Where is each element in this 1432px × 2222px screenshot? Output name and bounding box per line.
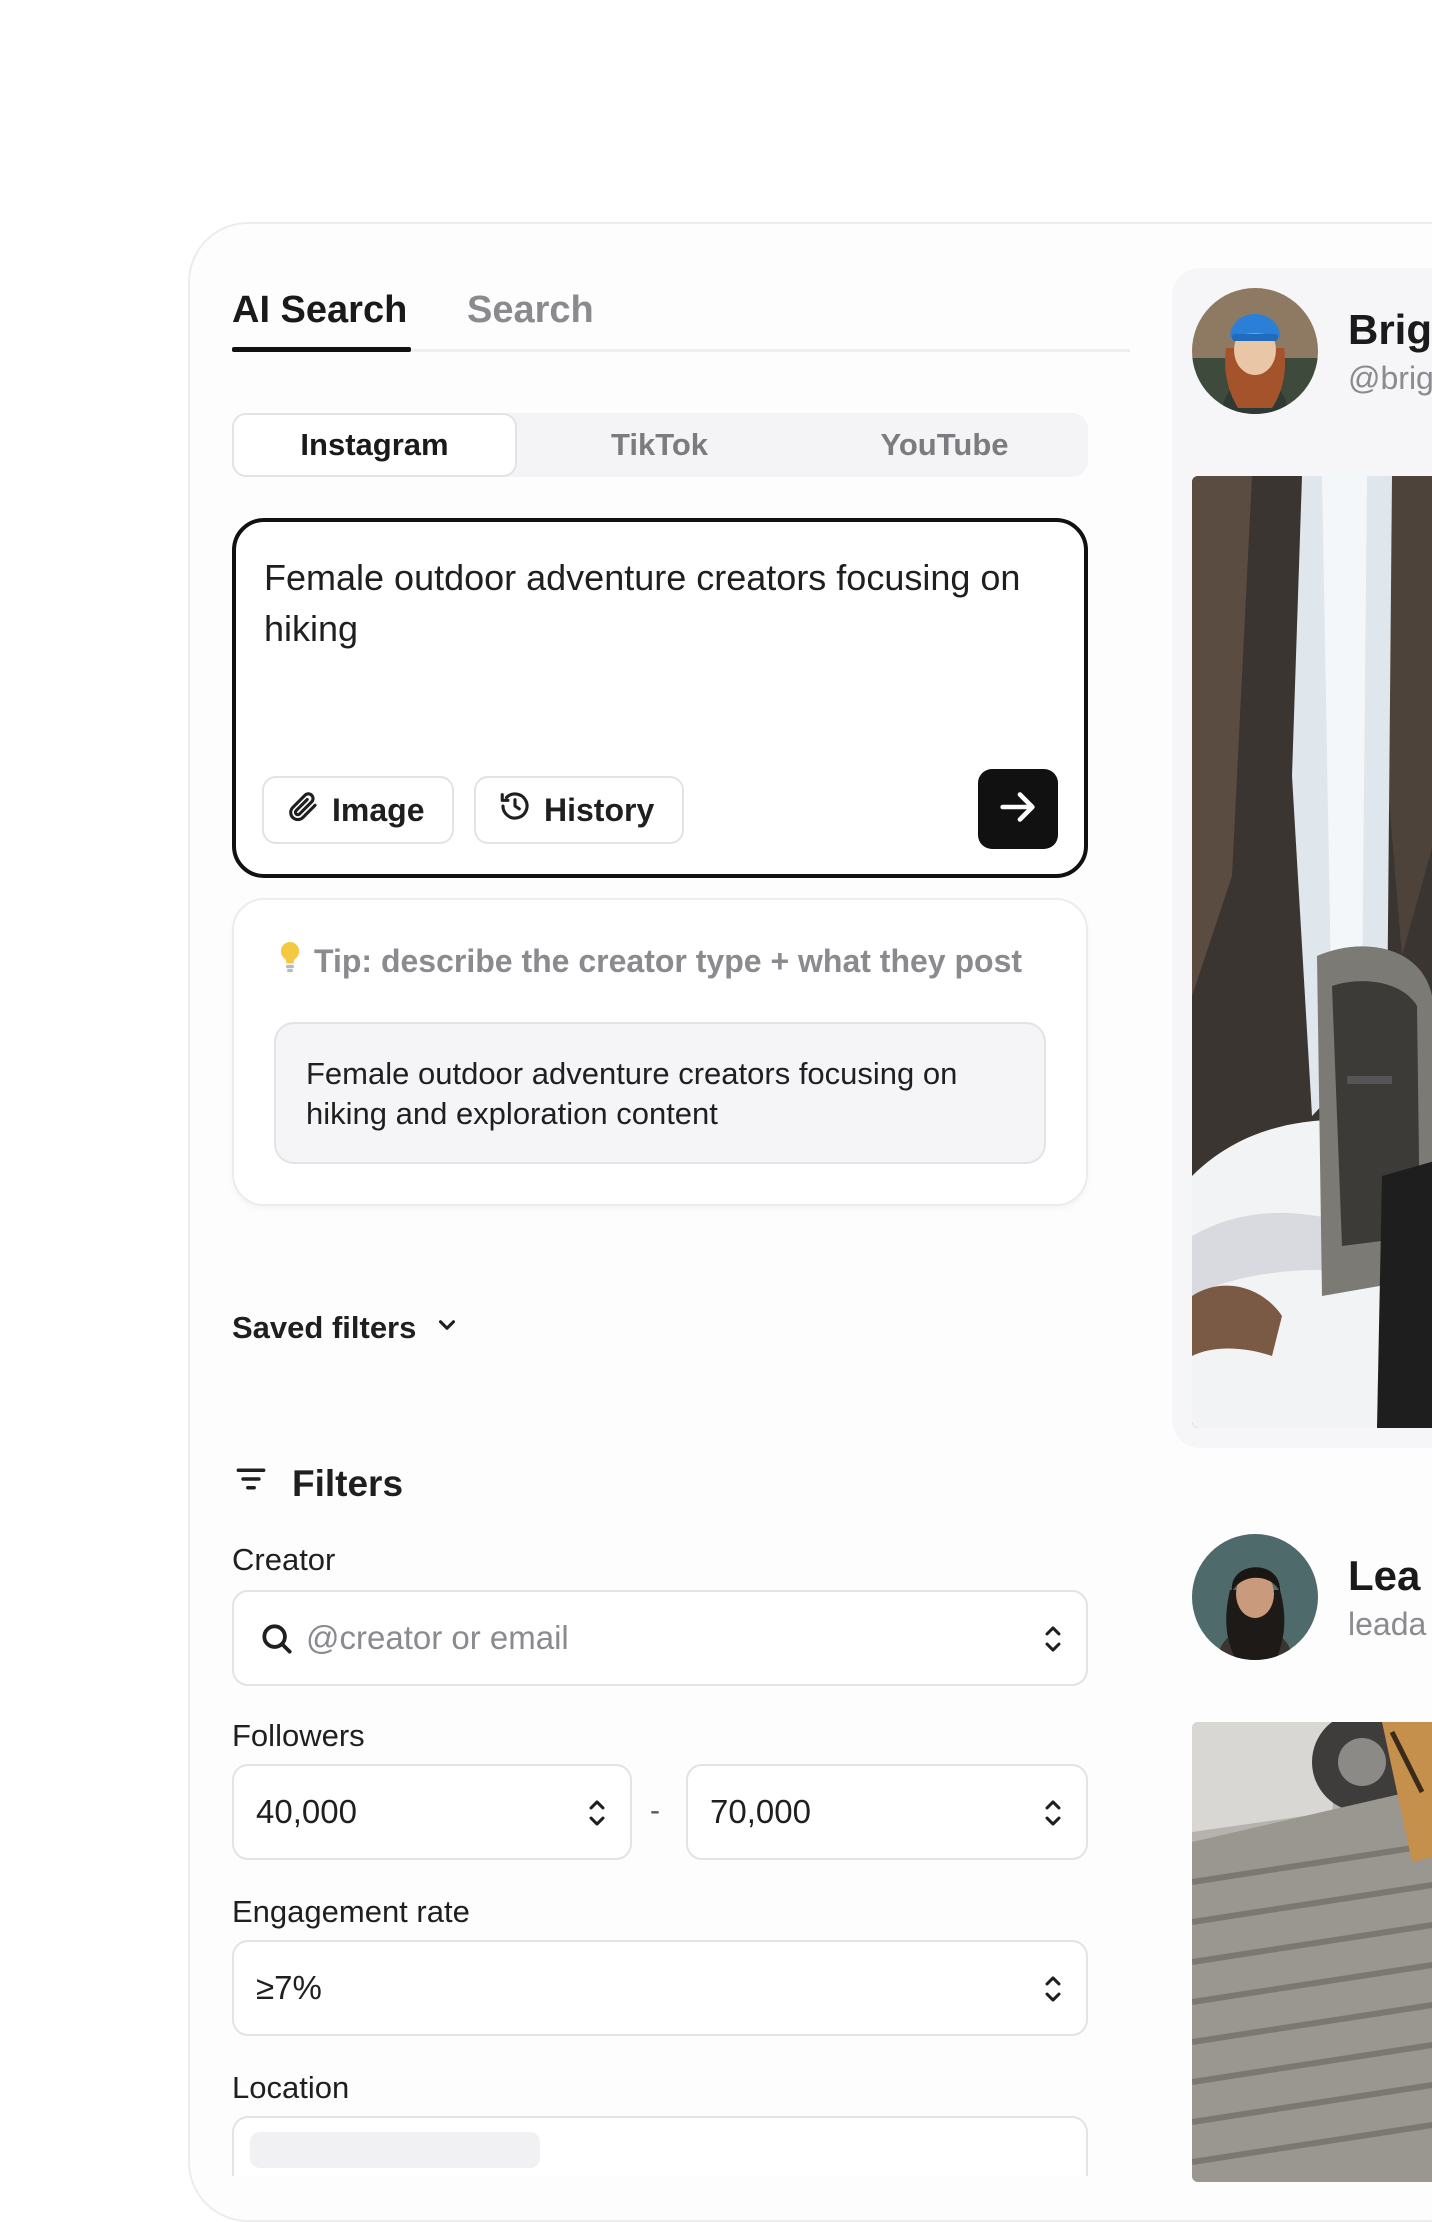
location-chip[interactable] [250,2132,540,2168]
location-label: Location [232,2070,350,2105]
chevron-up-down-icon [1042,1796,1064,1838]
ai-query-input[interactable]: Female outdoor adventure creators focusi… [232,518,1088,878]
followers-min-value: 40,000 [256,1793,357,1830]
saved-filters-dropdown[interactable]: Saved filters [232,1310,460,1346]
followers-max-value: 70,000 [710,1793,811,1830]
history-label: History [544,791,655,828]
engagement-rate-select[interactable]: ≥7% [232,1940,1088,2036]
creator-placeholder: @creator or email [306,1619,569,1656]
submit-button[interactable] [978,769,1058,849]
filter-icon [232,1460,270,1507]
query-text[interactable]: Female outdoor adventure creators focusi… [264,552,1064,654]
filters-title: Filters [292,1462,404,1504]
example-query[interactable]: Female outdoor adventure creators focusi… [274,1022,1046,1164]
location-select[interactable] [232,2116,1088,2176]
platform-instagram[interactable]: Instagram [232,413,517,477]
history-icon [498,789,532,831]
tip-card: Tip: describe the creator type + what th… [232,898,1088,1206]
creator-post-image[interactable] [1192,476,1432,1428]
lightbulb-icon [276,940,304,982]
chevron-up-down-icon [586,1796,608,1838]
tip-line: Tip: describe the creator type + what th… [276,940,1022,982]
platform-tiktok[interactable]: TikTok [517,413,802,477]
followers-max-field[interactable]: 70,000 [686,1764,1088,1860]
search-icon [258,1620,296,1666]
paperclip-icon [286,789,320,831]
saved-filters-label: Saved filters [232,1310,417,1345]
tab-search[interactable]: Search [467,288,594,332]
platform-youtube[interactable]: YouTube [802,413,1087,477]
chevron-up-down-icon [1042,1972,1064,2014]
avatar [1192,1534,1318,1660]
chevron-up-down-icon [1042,1622,1064,1664]
creator-name[interactable]: Lea [1348,1552,1420,1600]
creator-handle: @brig [1348,360,1432,396]
creator-post-image[interactable] [1192,1722,1432,2182]
followers-label: Followers [232,1718,365,1753]
attach-image-label: Image [332,791,425,828]
creator-handle: leada [1348,1606,1427,1642]
attach-image-button[interactable]: Image [262,776,454,844]
creator-name[interactable]: Brig [1348,306,1432,354]
engagement-label: Engagement rate [232,1894,470,1929]
tip-text: Tip: describe the creator type + what th… [314,942,1023,979]
engagement-value: ≥7% [256,1969,322,2006]
creator-search-field[interactable]: @creator or email [232,1590,1088,1686]
avatar [1192,288,1318,414]
platform-selector: Instagram TikTok YouTube [232,413,1088,477]
history-button[interactable]: History [474,776,684,844]
arrow-right-icon [995,784,1041,835]
range-separator: - [650,1794,660,1827]
search-mode-tabs: AI Search Search [232,288,1130,352]
creator-label: Creator [232,1542,336,1577]
filters-heading: Filters [232,1460,403,1507]
tab-ai-search[interactable]: AI Search [232,288,412,352]
followers-min-field[interactable]: 40,000 [232,1764,632,1860]
chevron-down-icon [434,1310,460,1346]
